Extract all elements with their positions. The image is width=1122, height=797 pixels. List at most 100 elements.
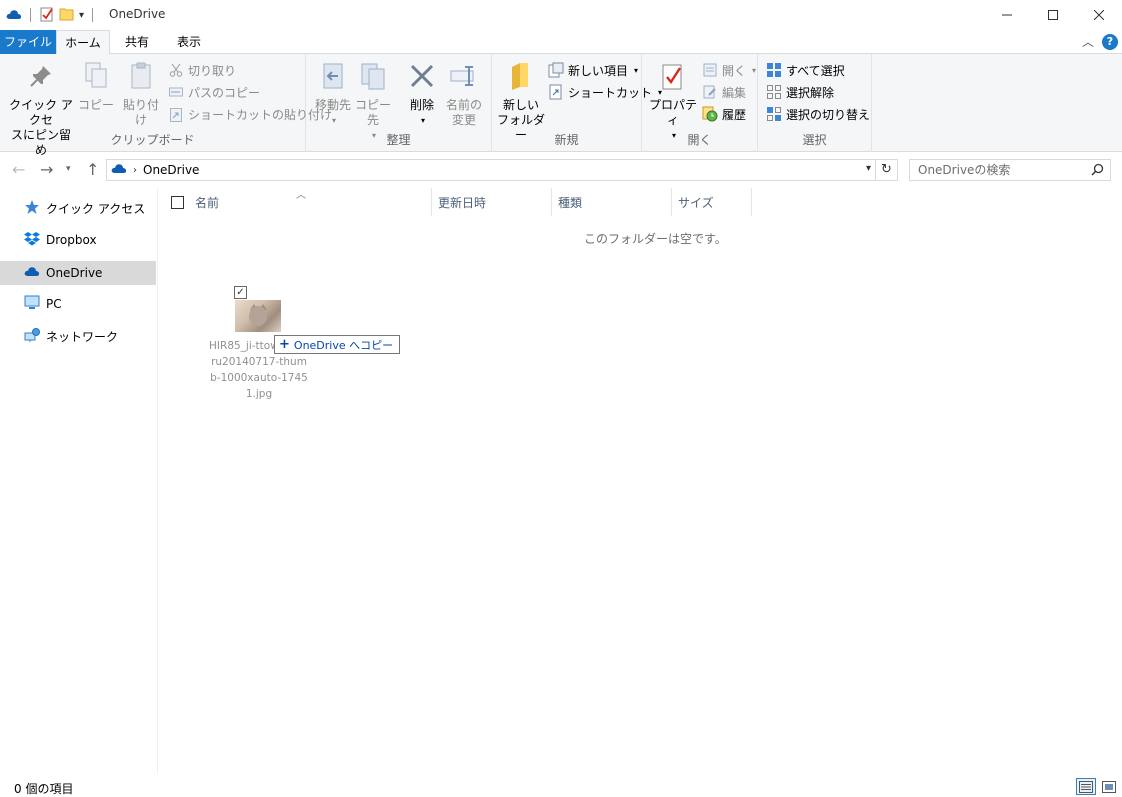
copy-path-label: パスのコピー xyxy=(188,85,261,100)
breadcrumb-onedrive[interactable]: OneDrive xyxy=(143,163,199,177)
breadcrumb-separator-icon[interactable]: › xyxy=(133,165,137,176)
new-item-button[interactable]: 新しい項目 ▾ xyxy=(548,60,638,80)
copy-to-label: コピー先 xyxy=(354,98,391,127)
rename-label-line1: 名前の xyxy=(445,98,482,112)
drag-tooltip: + OneDrive へコピー xyxy=(274,335,401,354)
tab-share[interactable]: 共有 xyxy=(114,30,160,54)
recent-locations-chevron-icon[interactable]: ▾ xyxy=(66,164,71,174)
customize-qat-icon[interactable]: ▾ xyxy=(79,10,84,21)
nav-item-onedrive[interactable]: OneDrive xyxy=(0,261,156,285)
help-icon[interactable]: ? xyxy=(1102,34,1118,50)
details-view-icon xyxy=(1079,780,1093,793)
column-header-size[interactable]: サイズ xyxy=(672,188,752,216)
nav-item-network[interactable]: ネットワーク xyxy=(0,324,156,348)
organize-group: 移動先 ▾ コピー先 ▾ 削除 ▾ 名前の 変更 整理 xyxy=(306,54,492,152)
paste-button[interactable]: 貼り付け xyxy=(118,60,164,128)
nav-item-dropbox[interactable]: Dropbox xyxy=(0,228,156,252)
open-button[interactable]: 開く ▾ xyxy=(702,60,756,80)
select-all-icon xyxy=(766,62,782,78)
open-group: プロパティ ▾ 開く ▾ 編集 履歴 開く xyxy=(642,54,758,152)
sort-ascending-icon: ︿ xyxy=(296,190,306,201)
title-bar: ▾ OneDrive xyxy=(0,0,1122,30)
new-folder-label-line1: 新しい xyxy=(502,98,539,112)
column-header-label: 名前 xyxy=(195,195,220,210)
properties-qat-icon[interactable] xyxy=(39,6,55,25)
paste-icon xyxy=(125,60,157,92)
large-icons-view-button[interactable] xyxy=(1099,778,1119,795)
history-button[interactable]: 履歴 xyxy=(702,104,746,124)
address-dropdown-chevron-icon[interactable]: ▾ xyxy=(866,163,871,174)
back-arrow-icon[interactable]: ← xyxy=(12,160,25,179)
delete-label: 削除 xyxy=(409,98,434,112)
history-icon xyxy=(702,106,718,122)
properties-icon xyxy=(657,60,689,92)
maximize-button[interactable] xyxy=(1030,0,1076,30)
new-folder-qat-icon[interactable] xyxy=(59,6,75,25)
navigation-pane: クイック アクセス Dropbox OneDrive PC ネットワーク xyxy=(0,188,158,774)
nav-item-quick-access[interactable]: クイック アクセス xyxy=(0,196,156,220)
close-button[interactable] xyxy=(1076,0,1122,30)
paste-shortcut-icon xyxy=(168,106,184,122)
invert-selection-label: 選択の切り替え xyxy=(786,107,871,122)
window-title: OneDrive xyxy=(109,7,166,21)
rename-button[interactable]: 名前の 変更 xyxy=(442,60,486,128)
image-thumbnail xyxy=(235,300,281,332)
column-header-label: サイズ xyxy=(678,195,714,210)
tab-file[interactable]: ファイル xyxy=(0,30,56,54)
copy-button[interactable]: コピー xyxy=(78,60,114,113)
column-header-type[interactable]: 種類 xyxy=(552,188,672,216)
search-box[interactable] xyxy=(909,159,1111,181)
forward-arrow-icon[interactable]: → xyxy=(40,160,53,179)
refresh-button[interactable]: ↻ xyxy=(876,159,898,181)
address-bar[interactable]: › OneDrive ▾ xyxy=(106,159,876,181)
edit-button[interactable]: 編集 xyxy=(702,82,746,102)
pin-icon xyxy=(25,60,57,92)
nav-item-pc[interactable]: PC xyxy=(0,292,156,316)
copy-label: コピー xyxy=(78,98,115,112)
clipboard-group-label: クリップボード xyxy=(110,133,195,147)
new-group-label: 新規 xyxy=(554,133,579,147)
column-header-modified[interactable]: 更新日時 xyxy=(432,188,552,216)
empty-folder-message: このフォルダーは空です。 xyxy=(584,232,727,246)
tab-view[interactable]: 表示 xyxy=(166,30,212,54)
rename-icon xyxy=(448,60,480,92)
open-icon xyxy=(702,62,718,78)
up-arrow-icon[interactable]: ↑ xyxy=(86,160,99,179)
invert-selection-button[interactable]: 選択の切り替え xyxy=(766,104,870,124)
ribbon: クイック アクセ スにピン留め コピー 貼り付け 切り取り パスのコピー ショー… xyxy=(0,54,1122,157)
copy-icon xyxy=(80,60,112,92)
onedrive-app-icon xyxy=(6,8,22,23)
drag-tooltip-text: OneDrive へコピー xyxy=(293,338,394,352)
select-all-button[interactable]: すべて選択 xyxy=(766,60,845,80)
network-icon xyxy=(24,327,40,346)
file-list: 名前 ︿ 更新日時 種類 サイズ このフォルダーは空です。 ✓ HIR85_ji… xyxy=(159,188,1122,774)
search-input[interactable] xyxy=(910,160,1080,180)
item-count: 0 個の項目 xyxy=(14,782,74,796)
invert-selection-icon xyxy=(766,106,782,122)
cut-button[interactable]: 切り取り xyxy=(168,60,236,80)
status-bar: 0 個の項目 xyxy=(0,774,1122,797)
chevron-down-icon: ▾ xyxy=(420,116,425,125)
column-header-name[interactable]: 名前 xyxy=(189,188,432,216)
chevron-down-icon: ▾ xyxy=(752,65,757,75)
shortcut-label: ショートカット xyxy=(568,85,653,100)
search-icon[interactable] xyxy=(1091,163,1104,179)
nav-item-label: PC xyxy=(46,297,62,311)
nav-item-label: Dropbox xyxy=(46,233,97,247)
select-none-button[interactable]: 選択解除 xyxy=(766,82,834,102)
copy-to-icon xyxy=(357,60,389,92)
column-header-label: 更新日時 xyxy=(438,195,487,210)
delete-button[interactable]: 削除 ▾ xyxy=(404,60,440,128)
select-none-label: 選択解除 xyxy=(786,85,835,100)
chevron-up-icon[interactable]: ︿ xyxy=(1082,33,1094,50)
edit-label: 編集 xyxy=(722,85,747,100)
tab-home[interactable]: ホーム xyxy=(56,30,110,55)
nav-item-label: ネットワーク xyxy=(46,329,119,344)
properties-label: プロパティ xyxy=(648,98,697,127)
copy-path-button[interactable]: パスのコピー xyxy=(168,82,260,102)
scissors-icon xyxy=(168,62,184,78)
select-group-label: 選択 xyxy=(802,133,827,147)
details-view-button[interactable] xyxy=(1076,778,1096,795)
nav-item-label: クイック アクセス xyxy=(46,201,146,216)
minimize-button[interactable] xyxy=(984,0,1030,30)
